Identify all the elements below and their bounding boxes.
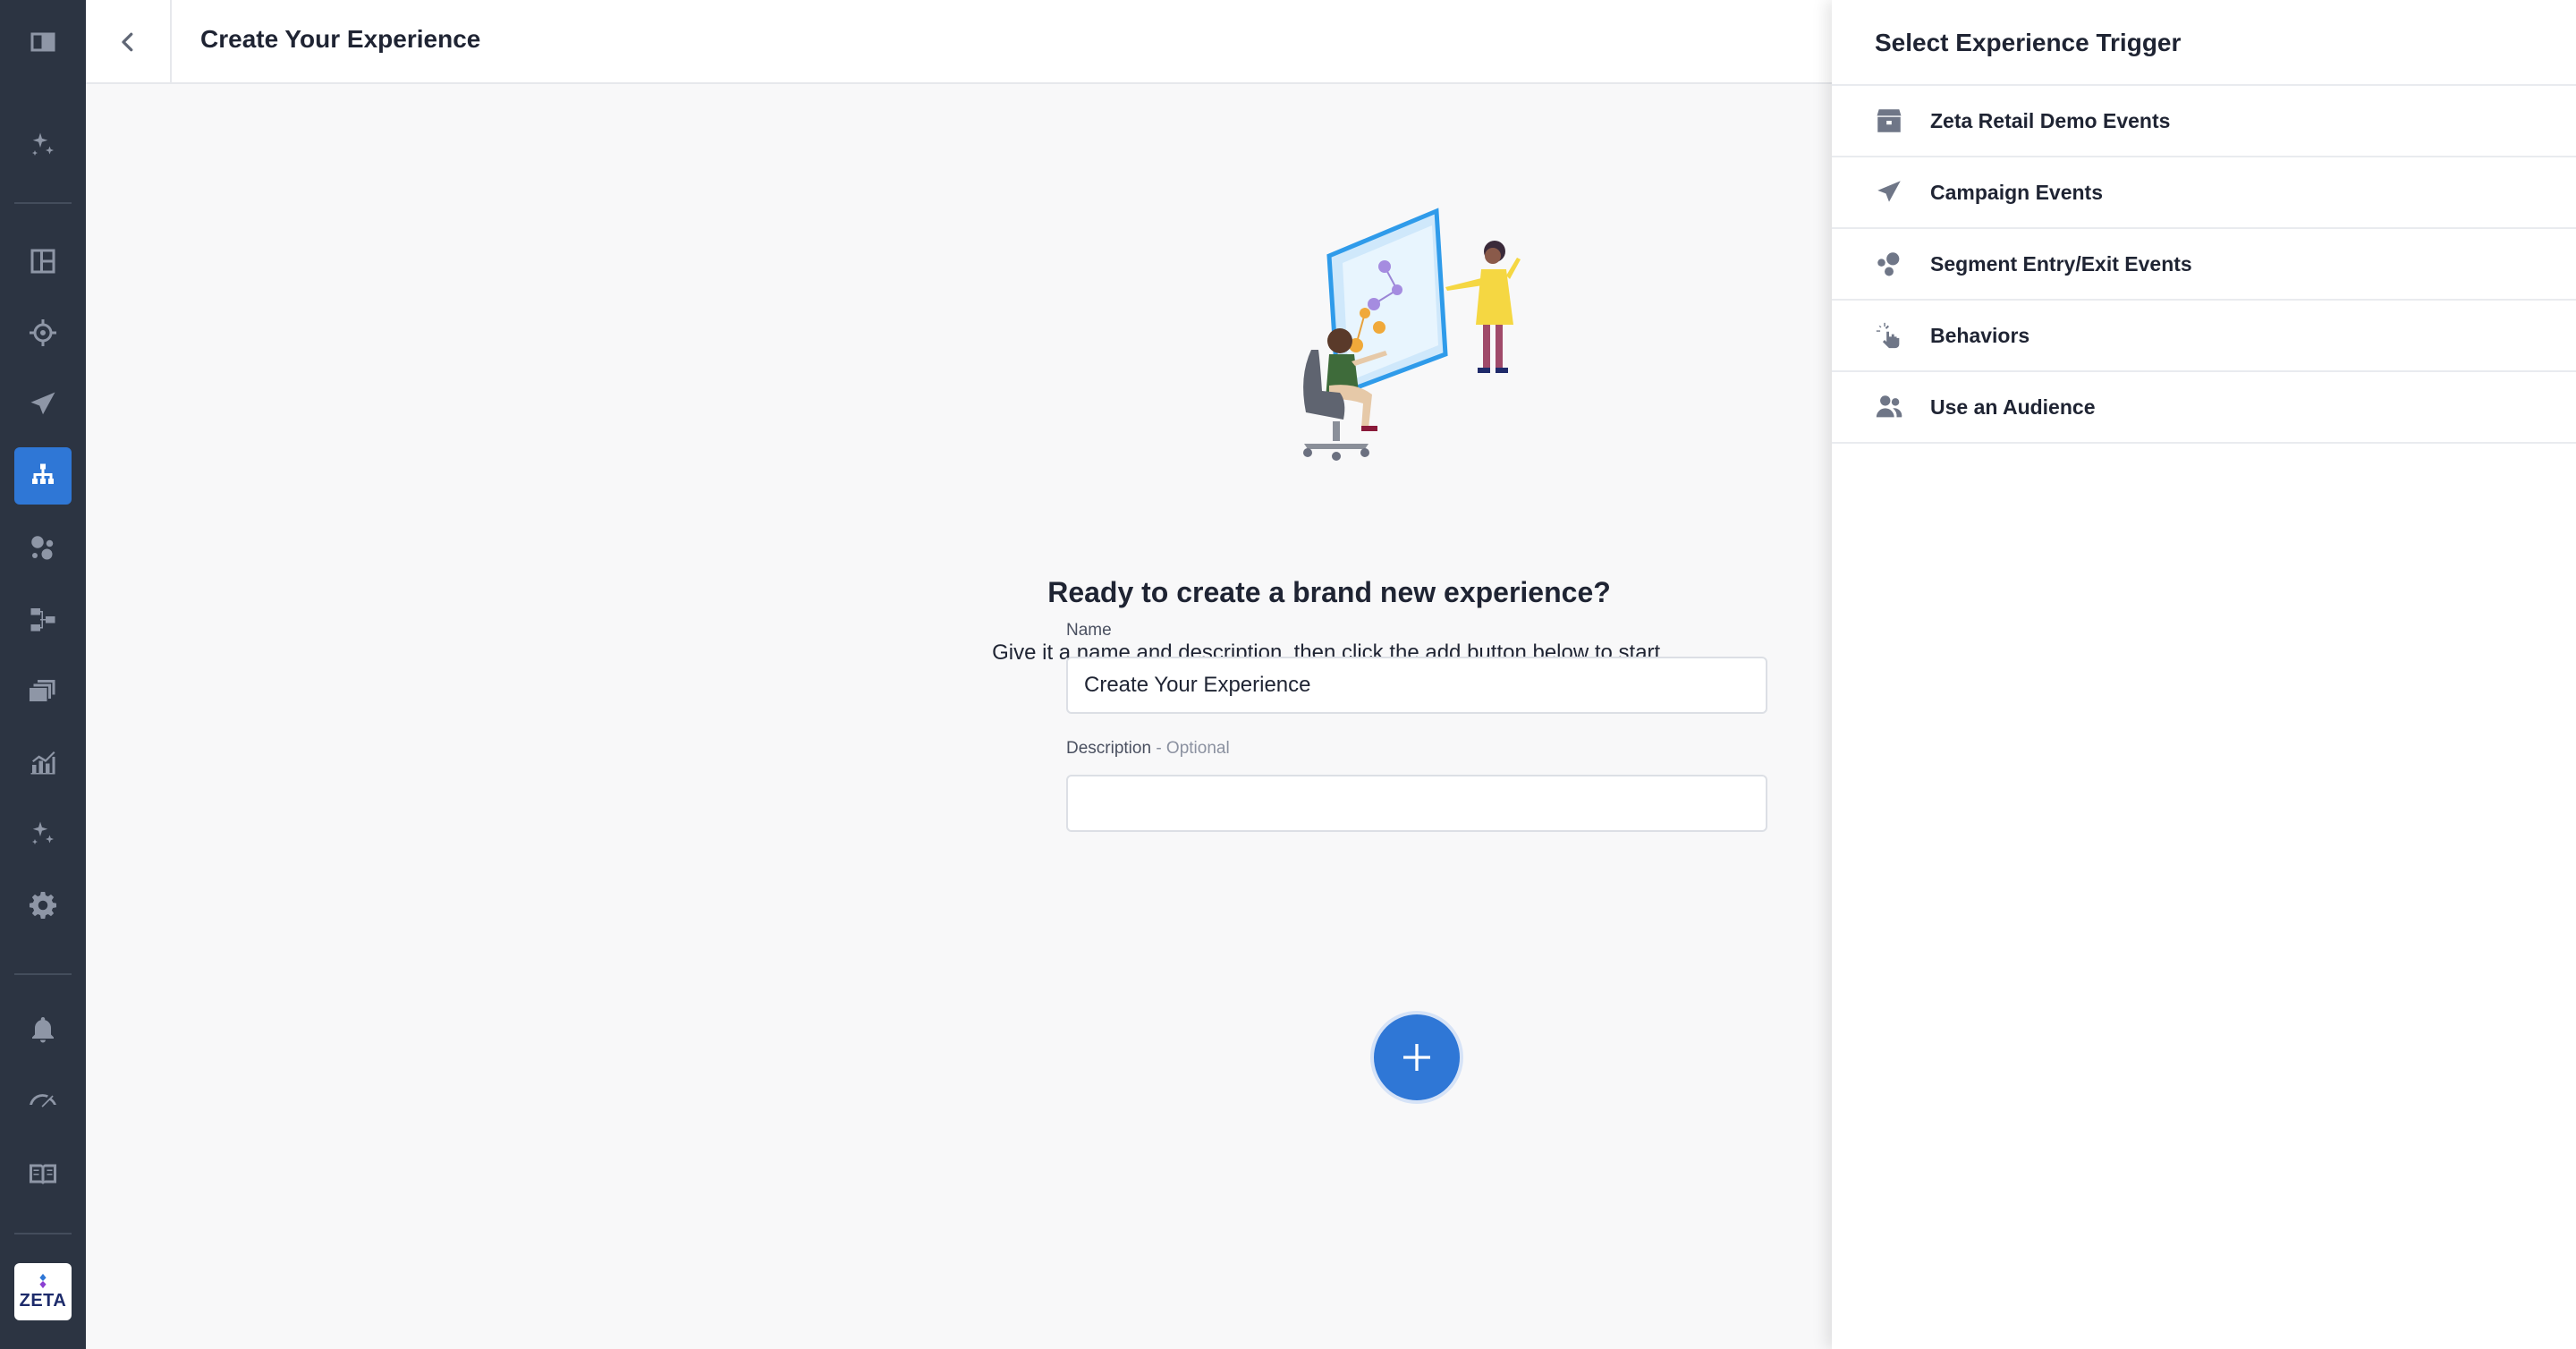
sidebar-divider [14,1233,72,1234]
book-icon[interactable] [14,1145,72,1202]
name-label: Name [1066,621,1112,640]
dashboard-icon[interactable] [14,233,72,290]
trigger-label: Behaviors [1930,323,2030,347]
bubbles-icon [1873,248,1905,280]
paper-plane-icon[interactable] [14,376,72,433]
description-label-text: Description [1066,739,1152,758]
add-experience-button[interactable] [1370,1011,1463,1104]
target-icon[interactable] [14,304,72,361]
name-field[interactable] [1066,657,1767,714]
trigger-item-behaviors[interactable]: Behaviors [1832,301,2576,372]
panel-title: Select Experience Trigger [1875,29,2182,56]
sidebar-divider [14,973,72,975]
pointer-click-icon [1873,319,1905,352]
trigger-label: Segment Entry/Exit Events [1930,251,2192,276]
gauge-icon[interactable] [14,1073,72,1131]
bell-icon[interactable] [14,1002,72,1059]
trigger-label: Zeta Retail Demo Events [1930,108,2171,132]
stack-icon[interactable] [14,662,72,719]
sidebar-divider [14,202,72,204]
chart-icon[interactable] [14,734,72,791]
paper-plane-icon [1873,176,1905,208]
chevron-left-icon [122,32,133,52]
trigger-panel: Select Experience Trigger Zeta Retail De… [1832,0,2576,1349]
plus-icon [1403,1044,1430,1071]
back-button[interactable] [86,0,172,84]
trigger-label: Use an Audience [1930,395,2096,419]
optional-hint: - Optional [1151,739,1230,758]
bubbles-icon[interactable] [14,519,72,576]
top-bar: Create Your Experience [86,0,1832,84]
trigger-list: Zeta Retail Demo Events Campaign Events … [1832,86,2576,444]
description-label: Description - Optional [1066,739,1230,759]
store-icon [1873,105,1905,137]
main-content: Ready to create a brand new experience? … [86,86,1832,1349]
page-title: Create Your Experience [200,25,481,53]
zeta-logo[interactable]: ZETA [14,1263,72,1320]
sidebar-toggle-icon[interactable] [14,13,72,71]
trigger-label: Campaign Events [1930,180,2103,204]
trigger-item-campaign-events[interactable]: Campaign Events [1832,157,2576,229]
trigger-item-segment-events[interactable]: Segment Entry/Exit Events [1832,229,2576,301]
hierarchy-icon[interactable] [14,447,72,505]
gear-icon[interactable] [14,877,72,934]
sidebar: ZETA [0,0,86,1349]
flow-icon[interactable] [14,590,72,648]
description-field[interactable] [1066,775,1767,832]
trigger-item-use-audience[interactable]: Use an Audience [1832,372,2576,444]
users-icon [1873,391,1905,423]
experience-illustration [1303,208,1521,461]
sparkle-icon[interactable] [14,116,72,174]
zeta-mark-icon [39,1273,47,1288]
trigger-item-retail-demo-events[interactable]: Zeta Retail Demo Events [1832,86,2576,157]
sparkle-icon[interactable] [14,805,72,862]
logo-text: ZETA [19,1290,67,1311]
